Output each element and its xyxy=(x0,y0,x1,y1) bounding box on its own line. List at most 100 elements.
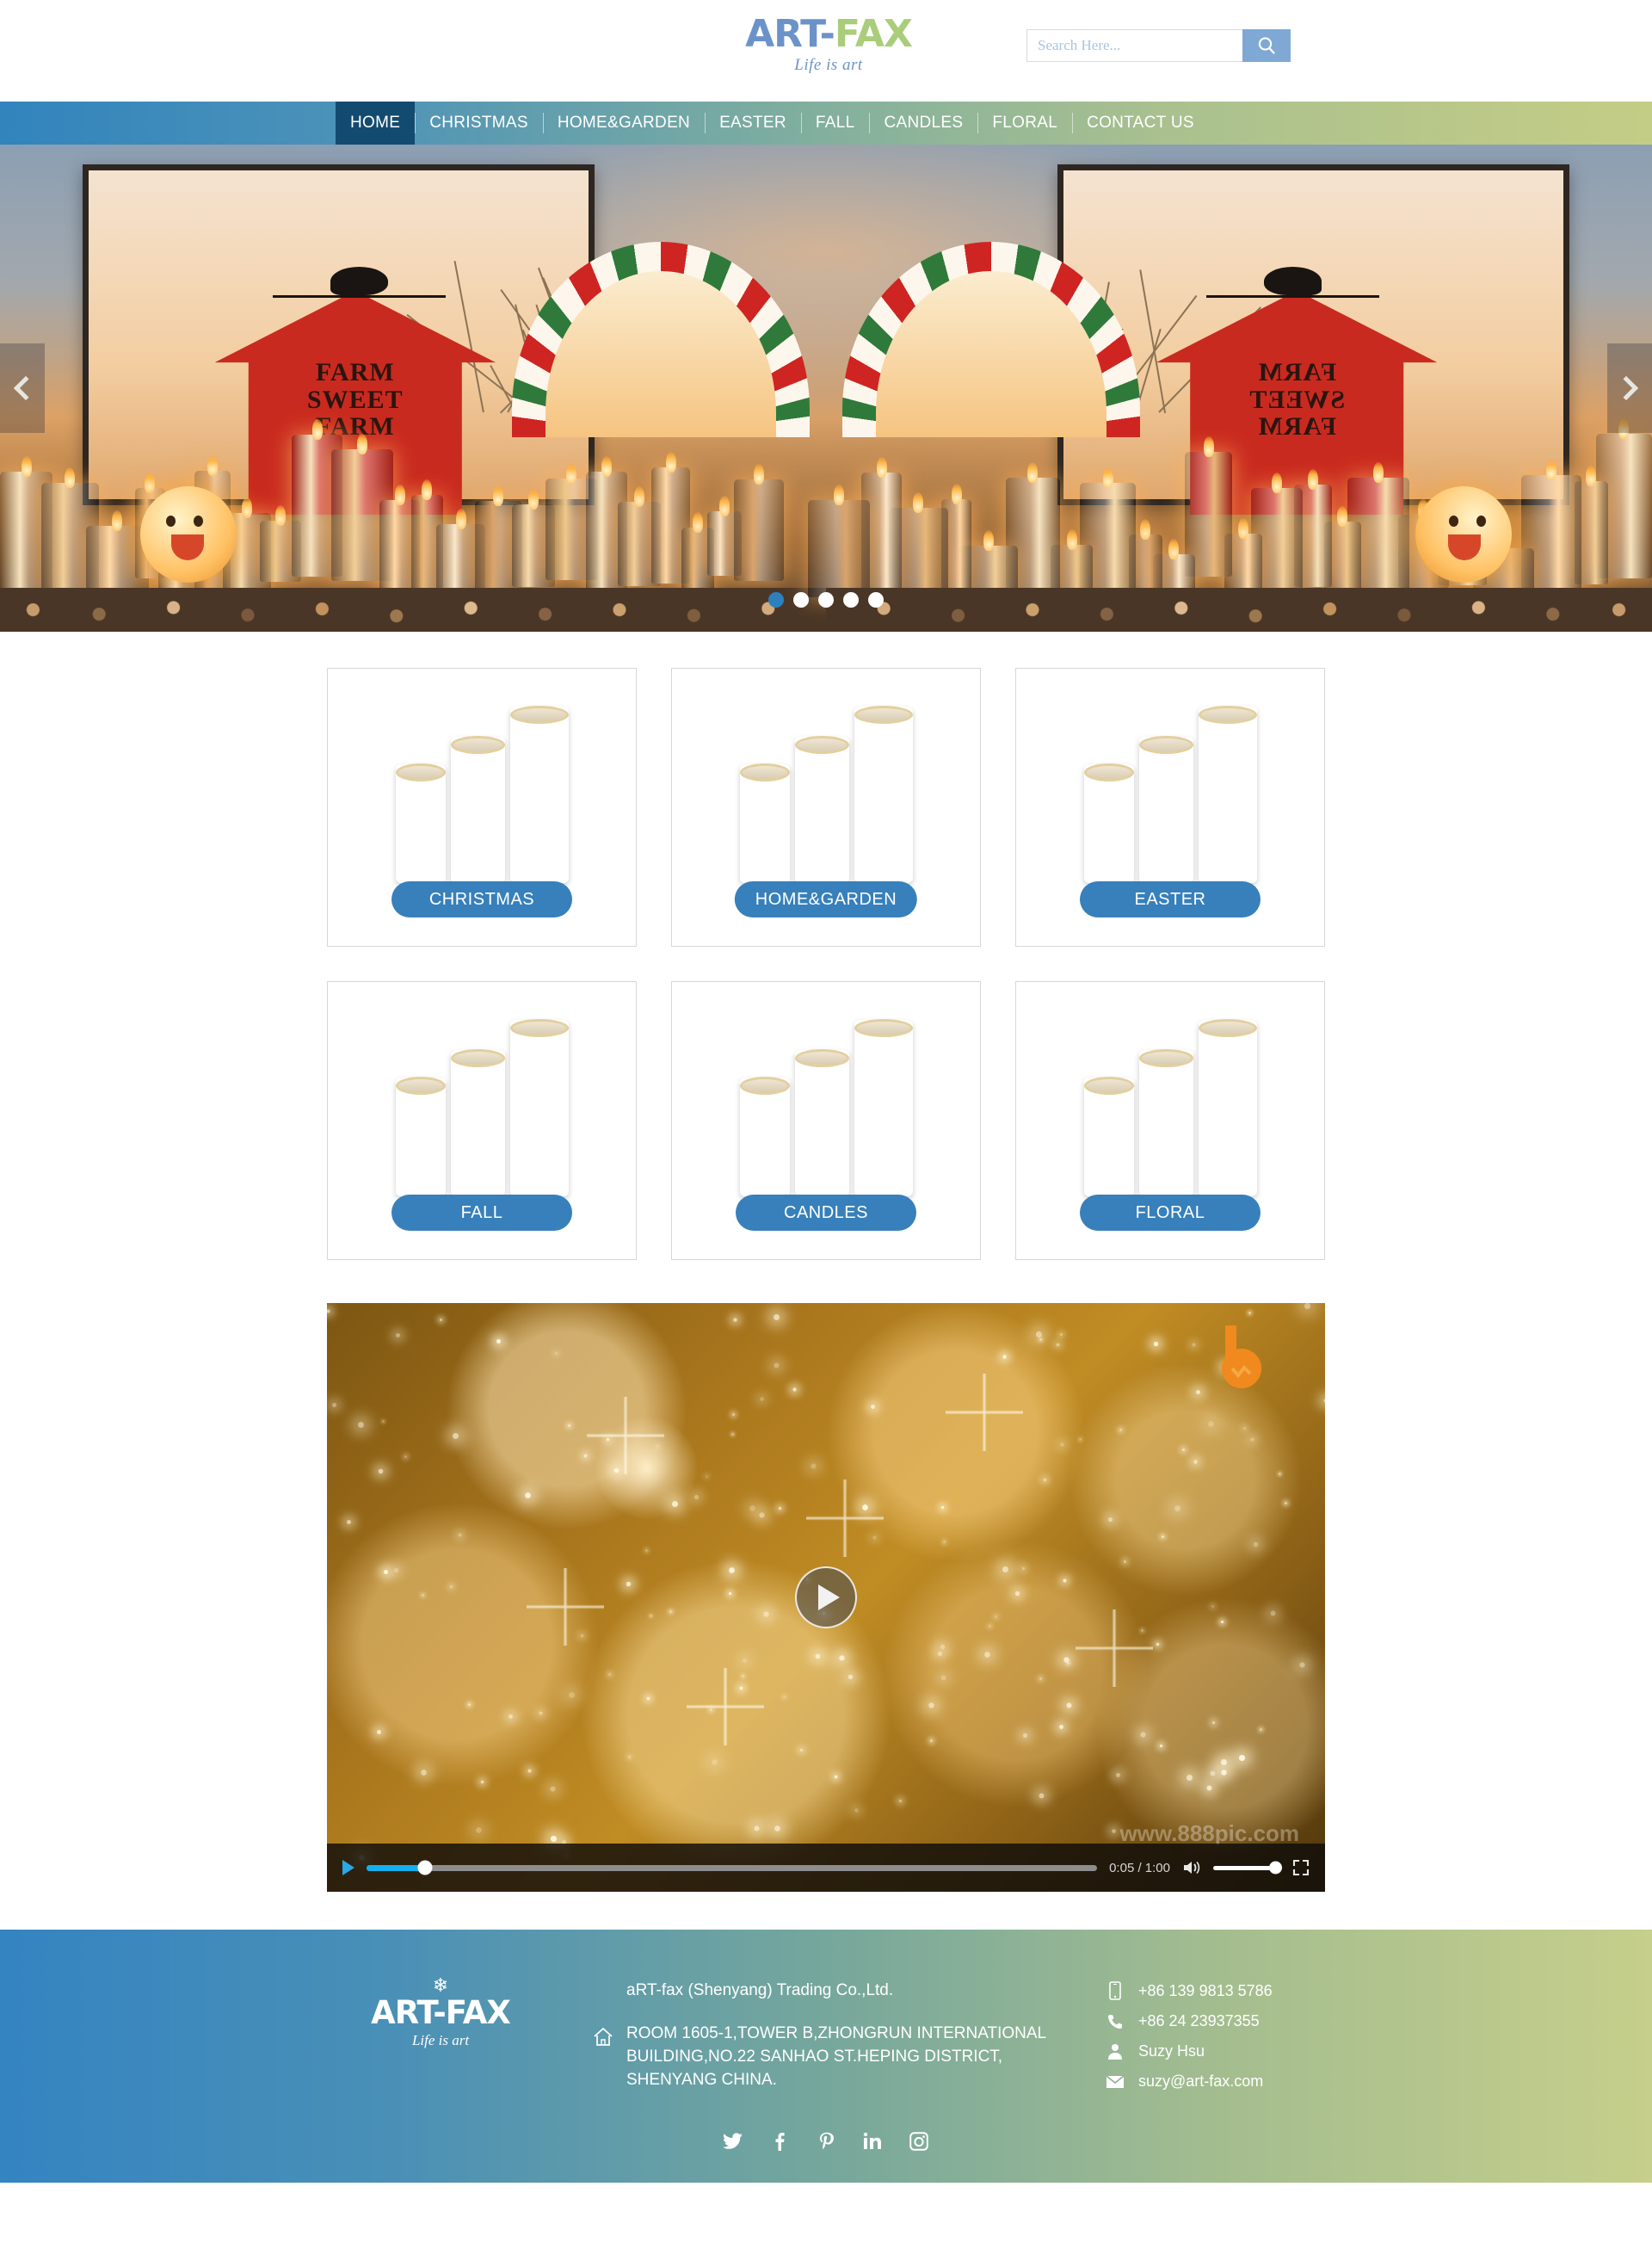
video-play-button[interactable] xyxy=(342,1860,354,1875)
footer-logo[interactable]: ❄ ART-FAX Life is art xyxy=(346,1976,535,2048)
carousel-dot-5[interactable] xyxy=(868,592,884,608)
nav-item-contact-us[interactable]: CONTACT US xyxy=(1072,102,1209,145)
nav-item-home[interactable]: HOME xyxy=(336,102,415,145)
sparkle xyxy=(476,1828,482,1834)
category-card[interactable]: FLORAL xyxy=(1015,981,1325,1260)
category-button[interactable]: FALL xyxy=(391,1195,572,1231)
carousel-dot-1[interactable] xyxy=(768,592,784,608)
twitter-icon[interactable] xyxy=(721,2129,745,2153)
category-button[interactable]: EASTER xyxy=(1080,881,1261,917)
sparkle xyxy=(941,1506,944,1509)
nav-label: HOME&GARDEN xyxy=(558,114,690,133)
contact-row-mobile: +86 139 9813 5786 xyxy=(1106,1981,1273,2000)
nav-item-home-garden[interactable]: HOME&GARDEN xyxy=(543,102,705,145)
video-progress-fill xyxy=(367,1865,425,1871)
category-button[interactable]: FLORAL xyxy=(1080,1195,1261,1231)
candle-flame xyxy=(1027,462,1038,483)
sparkle xyxy=(779,1507,781,1510)
sparkle xyxy=(774,1363,779,1368)
candle-pillar-medium xyxy=(451,737,505,883)
pinterest-icon[interactable] xyxy=(814,2129,838,2153)
rooster-weathervane-icon xyxy=(1264,267,1322,296)
sparkle xyxy=(1067,1703,1072,1708)
star-burst xyxy=(1076,1609,1153,1687)
volume-icon[interactable] xyxy=(1182,1859,1201,1876)
category-card[interactable]: CHRISTMAS xyxy=(327,668,637,947)
sparkle xyxy=(525,1492,531,1498)
sparkle xyxy=(332,1403,336,1407)
sparkle xyxy=(1154,1342,1158,1346)
video-center-play-button[interactable] xyxy=(795,1566,857,1628)
candle-pillar-large xyxy=(1199,1020,1257,1196)
sparkle xyxy=(527,1770,531,1773)
sparkle xyxy=(1162,1535,1163,1537)
footer-contact-list: +86 139 9813 5786 +86 24 23937355 Suzy H… xyxy=(1106,1981,1273,2103)
category-card[interactable]: FALL xyxy=(327,981,637,1260)
nav-item-candles[interactable]: CANDLES xyxy=(869,102,977,145)
candle-flame xyxy=(493,485,503,506)
volume-slider[interactable] xyxy=(1213,1866,1280,1870)
footer-address-text: ROOM 1605-1,TOWER B,ZHONGRUN INTERNATION… xyxy=(626,2023,1074,2092)
sparkle xyxy=(1156,1642,1159,1645)
main-navigation: HOME CHRISTMAS HOME&GARDEN EASTER FALL C… xyxy=(0,102,1652,145)
site-logo[interactable]: ART-FAX Life is art xyxy=(704,15,953,73)
sparkle xyxy=(1221,1759,1227,1765)
envelope-icon xyxy=(1106,2075,1125,2089)
candle-flame xyxy=(22,456,32,477)
facebook-icon[interactable] xyxy=(767,2129,792,2153)
volume-slider-handle[interactable] xyxy=(1269,1862,1282,1875)
nav-item-floral[interactable]: FLORAL xyxy=(977,102,1072,145)
candle-flame xyxy=(242,497,252,518)
nav-item-christmas[interactable]: CHRISTMAS xyxy=(415,102,543,145)
sparkle xyxy=(835,1776,838,1779)
sparkle xyxy=(1063,1657,1069,1662)
category-card[interactable]: CANDLES xyxy=(671,981,981,1260)
carousel-dot-4[interactable] xyxy=(843,592,859,608)
sparkle xyxy=(783,1696,785,1697)
video-progress-handle[interactable] xyxy=(417,1861,432,1875)
sparkle xyxy=(1261,1728,1262,1730)
carousel-prev-button[interactable] xyxy=(0,343,45,433)
star-burst xyxy=(687,1668,764,1745)
nav-item-fall[interactable]: FALL xyxy=(801,102,870,145)
sparkle xyxy=(1212,1720,1215,1723)
search-button[interactable] xyxy=(1242,29,1291,62)
sparkle xyxy=(1002,1566,1008,1572)
category-button[interactable]: CANDLES xyxy=(736,1195,916,1231)
sparkle xyxy=(453,1433,459,1439)
carousel-next-button[interactable] xyxy=(1607,343,1652,433)
sparkle xyxy=(728,1592,730,1595)
carousel-dot-3[interactable] xyxy=(818,592,834,608)
search-input[interactable] xyxy=(1026,29,1242,62)
sparkle xyxy=(899,1800,902,1802)
category-card[interactable]: HOME&GARDEN xyxy=(671,668,981,947)
candle-pillar-medium xyxy=(795,737,849,883)
carousel-dot-2[interactable] xyxy=(793,592,809,608)
linkedin-icon[interactable] xyxy=(860,2129,885,2153)
star-burst xyxy=(527,1568,604,1646)
instagram-icon[interactable] xyxy=(907,2129,931,2153)
hero-scene-right: FARM SWEET FARM xyxy=(826,145,1652,632)
video-progress-bar[interactable] xyxy=(367,1865,1097,1871)
search-icon xyxy=(1256,35,1277,56)
category-button[interactable]: HOME&GARDEN xyxy=(735,881,917,917)
sparkle xyxy=(854,1808,859,1813)
sparkle xyxy=(1187,1775,1193,1781)
sparkle xyxy=(1239,1755,1245,1761)
category-card[interactable]: EASTER xyxy=(1015,668,1325,947)
category-button[interactable]: CHRISTMAS xyxy=(391,881,572,917)
candle-flame xyxy=(1546,460,1556,480)
category-product-image xyxy=(1016,698,1324,883)
fullscreen-icon[interactable] xyxy=(1292,1859,1310,1876)
sparkle xyxy=(694,1495,699,1499)
candle-flame xyxy=(528,489,539,510)
sparkle xyxy=(481,1780,484,1783)
nav-item-easter[interactable]: EASTER xyxy=(705,102,801,145)
promo-video-player[interactable]: www.888pic.com 0:05 / 1:00 xyxy=(327,1303,1325,1892)
candle-flame xyxy=(834,485,844,505)
candle-flame xyxy=(112,510,122,531)
sparkle xyxy=(1068,1662,1069,1664)
sparkle xyxy=(1196,1390,1200,1394)
candle-flame xyxy=(312,419,323,440)
sparkle xyxy=(811,1464,816,1469)
